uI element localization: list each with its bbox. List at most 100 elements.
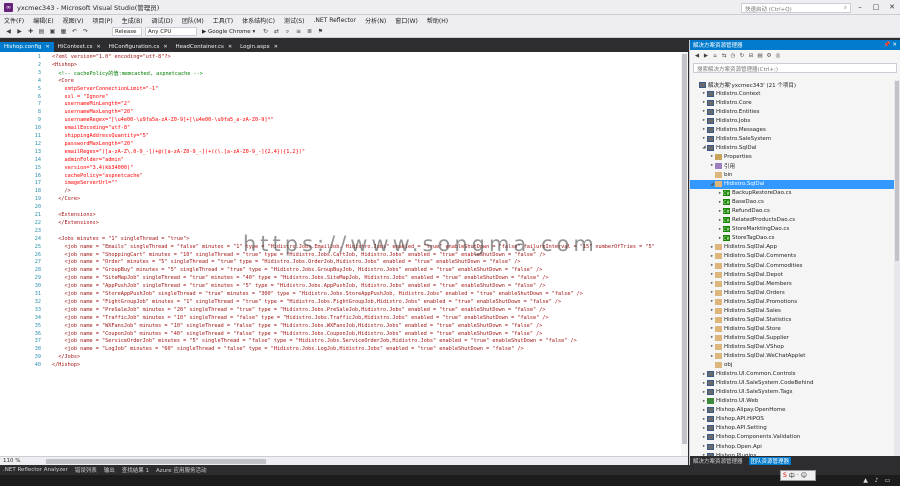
redo-icon[interactable]: ↷ [81,27,90,36]
tree-node[interactable]: ▸ Hishop.API.HiPOS [701,415,764,424]
tree-scrollbar[interactable] [894,80,900,463]
code-line[interactable]: </Core> [52,196,80,202]
document-tab[interactable]: HeadContainer.cs ✕ [172,42,237,52]
tree-node[interactable]: ▸ Hishop.Open.Api [701,442,762,451]
tree-node[interactable]: ▸ 引用 [709,161,735,170]
start-debug-button[interactable]: ▶ Google Chrome ▾ [200,27,258,36]
open-file-icon[interactable]: ▤ [37,27,46,36]
tree-node[interactable]: ▸ Hishop.API.Setting [701,424,767,433]
tree-node[interactable]: ▸ Hidistro.SqlDal.WeChatApplet [709,352,805,361]
notification-icon[interactable]: ▭ [883,477,892,485]
tool-window-tab[interactable]: 输出 [104,466,115,474]
tool-window-tab[interactable]: Azure 应用服务活动 [156,466,206,474]
tree-node[interactable]: ▸ Hidistro.Entities [701,107,759,116]
menu-item[interactable]: 分析(N) [365,16,386,25]
sogou-icon[interactable]: S [783,472,787,479]
tree-node[interactable]: ▸ Hidistro.Messages [701,125,766,134]
preview-icon[interactable]: ◎ [774,52,782,60]
tree-node[interactable]: ▸ C# BackupRestoreDao.cs [717,189,792,198]
tree-node[interactable]: ▸ Hidistro.SqlDal.Supplier [709,333,789,342]
code-line[interactable]: adminFolder="admin" [52,157,123,163]
tree-node[interactable]: 解决方案'yxcmec343' (21 个项目) [693,80,796,89]
menu-item[interactable]: 帮助(H) [427,16,448,25]
new-project-icon[interactable]: ✚ [26,27,35,36]
close-tab-icon[interactable]: ✕ [163,44,167,50]
code-line[interactable]: cachePolicy="aspnetcache" [52,173,142,179]
sync-icon[interactable]: ⇆ [720,52,728,60]
code-line[interactable]: imageServerUrl="" [52,180,117,186]
code-line[interactable]: <Hishop> [52,62,77,68]
code-line[interactable]: usernameMinLength="2" [52,101,130,107]
tree-node[interactable]: ▸ Hidistro.SqlDal.Sales [709,306,781,315]
close-tab-icon[interactable]: ✕ [274,44,278,50]
undo-icon[interactable]: ↶ [70,27,79,36]
editor-horizontal-scrollbar[interactable]: 110 % [0,456,688,465]
tool-window-tab[interactable]: 错误列表 [75,466,97,474]
document-tab[interactable]: Hishop.config ✕ [0,42,54,52]
pin-icon[interactable]: 📌 ✕ [884,42,897,48]
home-icon[interactable]: ⌂ [711,52,719,60]
code-line[interactable]: <Jobs minutes = "1" singleThread = "true… [52,236,189,242]
code-line[interactable]: <job name = "CouponJob" minutes = "40" s… [52,331,542,337]
code-line[interactable]: <!-- cachePolicy的值:memcached, aspnetcach… [52,70,203,77]
ime-mode-icon[interactable]: 中 [789,471,795,480]
quick-launch-input[interactable]: 快速启动 (Ctrl+Q) ⌕ [741,3,851,13]
code-line[interactable]: <job name = "SiteMapJob" singleThread = … [52,275,548,281]
tree-node[interactable]: ▸ Hidistro.UI.Common.Controls [701,370,796,379]
tree-node[interactable]: ▸ Hidistro.Context [701,89,760,98]
menu-item[interactable]: 编辑(E) [33,16,53,25]
comment-icon[interactable]: ≡ [294,27,303,36]
tool-window-tab[interactable]: 查找结果 1 [122,466,149,474]
find-icon[interactable]: ⌕ [283,27,292,36]
punctuation-icon[interactable]: · [797,472,799,479]
code-line[interactable]: </Hishop> [52,362,80,368]
tree-node[interactable]: ▸ Hidistro.SqlDal.Store [709,324,781,333]
code-line[interactable]: <job name = "AppPushJob" singleThread = … [52,283,545,289]
tree-node[interactable]: bin [709,171,733,180]
properties-icon[interactable]: ⚙ [765,52,773,60]
configuration-select[interactable]: Release [112,27,142,36]
panel-tab[interactable]: 团队资源管理器 [748,456,792,465]
bookmark-icon[interactable]: ⚑ [316,27,325,36]
close-tab-icon[interactable]: ✕ [45,44,49,50]
menu-item[interactable]: 生成(B) [122,16,143,25]
volume-icon[interactable]: ♪ [872,477,881,485]
code-line[interactable]: <job name = "FightGroupJob" minutes = "1… [52,299,561,305]
save-all-icon[interactable]: ▦ [59,27,68,36]
tree-node[interactable]: ▸ Hidistro.SqlDal.App [709,243,777,252]
tree-node[interactable]: ▸ Hidistro.SqlDal.Depot [709,270,783,279]
tree-node[interactable]: obj [709,361,732,370]
menu-item[interactable]: 文件(F) [4,16,24,25]
code-line[interactable]: passwordMaxLength="20" [52,141,133,147]
tree-node[interactable]: ▸ Hidistro.Jobs [701,116,750,125]
close-tab-icon[interactable]: ✕ [228,44,232,50]
tree-node[interactable]: ▸ C# RefundDao.cs [717,207,770,216]
code-line[interactable]: <job name = "Order" minutes = "5" single… [52,259,520,265]
tree-node[interactable]: ▸ C# BaseDao.cs [717,198,764,207]
menu-item[interactable]: .NET Reflector [313,17,356,24]
pending-changes-icon[interactable]: ◷ [729,52,737,60]
document-tab[interactable]: HiConfiguration.cs ✕ [105,42,172,52]
browser-link-icon[interactable]: ⇄ [272,27,281,36]
tree-node[interactable]: ▸ Properties [709,152,752,161]
tree-node[interactable]: ▸ C# StoreTagDao.cs [717,234,774,243]
menu-item[interactable]: 调试(D) [152,16,173,25]
back-icon[interactable]: ◀ [693,52,701,60]
tool-window-tab[interactable]: .NET Reflector Analyzer [3,467,68,473]
tree-node[interactable]: ▸ Hidistro.SqlDal.VShop [709,342,784,351]
menu-item[interactable]: 工具(T) [213,16,233,25]
scroll-thumb[interactable] [895,81,899,261]
tree-node[interactable]: ▸ Hidistro.SqlDal.Statistics [709,315,791,324]
collapse-all-icon[interactable]: ⊟ [747,52,755,60]
document-tab[interactable]: Login.aspx ✕ [236,42,282,52]
code-line[interactable]: <?xml version="1.0" encoding="utf-8"?> [52,54,171,60]
scroll-thumb[interactable] [46,458,267,464]
code-line[interactable]: version="3.4(kb34000)" [52,165,133,171]
menu-item[interactable]: 项目(P) [92,16,112,25]
code-line[interactable]: <job name = "PreSaleJob" minutes = "20" … [52,307,545,313]
tree-node[interactable]: ▸ Hidistro.SqlDal.Members [709,279,792,288]
tree-node[interactable]: ▸ Hidistro.SqlDal.Promotions [709,297,797,306]
code-line[interactable]: <job name = "StoreAppPushJob" singleThre… [52,291,582,297]
code-line[interactable]: <job name = "LogJob" minutes = "60" sing… [52,346,523,352]
tree-node[interactable]: ◢ Hidistro.SqlDal [690,179,894,189]
